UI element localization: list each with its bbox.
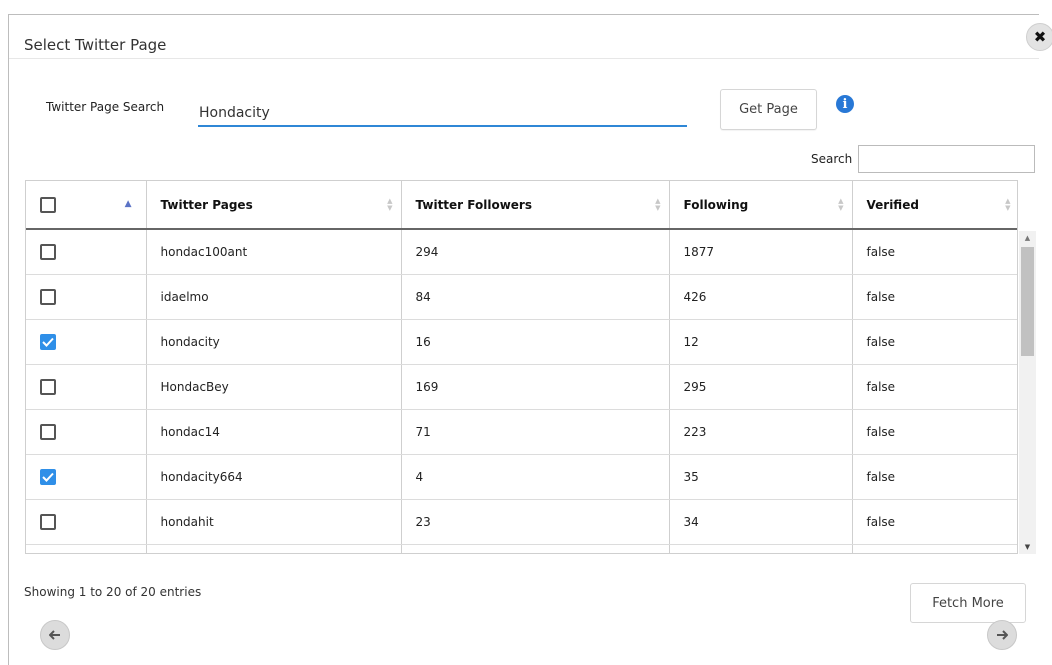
verified-cell: false bbox=[852, 454, 1017, 500]
verified-cell: false bbox=[852, 229, 1017, 275]
verified-cell: false bbox=[852, 274, 1017, 320]
row-select-cell bbox=[26, 409, 147, 455]
followers-cell: 294 bbox=[401, 229, 670, 275]
table-row[interactable]: hondahit 23 34 false bbox=[26, 499, 1017, 545]
following-cell: 34 bbox=[669, 499, 853, 545]
followers-cell: 23 bbox=[401, 499, 670, 545]
twitter-page-cell: hondacity9330 bbox=[146, 544, 402, 553]
followers-cell: 169 bbox=[401, 364, 670, 410]
select-twitter-page-modal: Select Twitter Page Twitter Page Search … bbox=[8, 14, 1039, 665]
row-select-cell bbox=[26, 454, 147, 500]
row-select-cell bbox=[26, 274, 147, 320]
column-header-verified[interactable]: Verified ▲ ▼ bbox=[852, 181, 1017, 230]
verified-cell: false bbox=[852, 319, 1017, 365]
table-row[interactable]: hondac14 71 223 false bbox=[26, 409, 1017, 455]
table-row[interactable]: hondacity933050false bbox=[26, 544, 1017, 553]
following-cell: 426 bbox=[669, 274, 853, 320]
verified-cell: false bbox=[852, 409, 1017, 455]
select-all-column-header[interactable]: ▲ bbox=[26, 181, 147, 230]
verified-cell: false bbox=[852, 364, 1017, 410]
following-cell: 0 bbox=[669, 544, 853, 553]
close-icon[interactable]: ✖ bbox=[1026, 23, 1052, 51]
row-select-cell bbox=[26, 319, 147, 365]
table-header-row: ▲ Twitter Pages ▲ ▼ Twitter Followers ▲ ▼ … bbox=[26, 181, 1017, 230]
table-row[interactable]: idaelmo 84 426 false bbox=[26, 274, 1017, 320]
checkmark-icon bbox=[42, 472, 54, 482]
row-checkbox[interactable] bbox=[40, 288, 56, 305]
twitter-page-cell: idaelmo bbox=[146, 274, 402, 320]
followers-cell: 4 bbox=[401, 454, 670, 500]
arrow-left-icon[interactable] bbox=[40, 620, 70, 650]
get-page-button[interactable]: Get Page bbox=[720, 89, 817, 130]
followers-cell: 84 bbox=[401, 274, 670, 320]
table-search-label: Search bbox=[811, 152, 853, 166]
twitter-page-cell: HondacBey bbox=[146, 364, 402, 410]
column-header-twitter-followers[interactable]: Twitter Followers ▲ ▼ bbox=[401, 181, 670, 230]
table-row[interactable]: hondacity664 4 35 false bbox=[26, 454, 1017, 500]
table-search-input[interactable] bbox=[858, 145, 1035, 173]
select-all-checkbox[interactable] bbox=[40, 196, 56, 213]
row-select-cell bbox=[26, 364, 147, 410]
table-scrollbar[interactable]: ▲ ▼ bbox=[1019, 231, 1036, 554]
row-checkbox[interactable] bbox=[40, 513, 56, 530]
sort-ascending-icon: ▲ bbox=[124, 199, 132, 209]
modal-title: Select Twitter Page bbox=[24, 36, 167, 54]
table-row[interactable]: HondacBey 169 295 false bbox=[26, 364, 1017, 410]
row-select-cell bbox=[26, 229, 147, 275]
following-cell: 1877 bbox=[669, 229, 853, 275]
sort-icon: ▲ ▼ bbox=[655, 197, 661, 212]
following-cell: 223 bbox=[669, 409, 853, 455]
arrow-right-icon[interactable] bbox=[987, 620, 1017, 650]
sort-icon: ▲ ▼ bbox=[1005, 197, 1011, 212]
twitter-page-cell: hondahit bbox=[146, 499, 402, 545]
column-label: Twitter Followers bbox=[415, 197, 532, 212]
row-checkbox[interactable] bbox=[40, 333, 56, 350]
row-checkbox[interactable] bbox=[40, 468, 56, 485]
checkmark-icon bbox=[42, 337, 54, 347]
row-checkbox[interactable] bbox=[40, 423, 56, 440]
scroll-up-arrow-icon[interactable]: ▲ bbox=[1019, 231, 1036, 245]
table-row[interactable]: hondacity 16 12 false bbox=[26, 319, 1017, 365]
row-select-cell bbox=[26, 499, 147, 545]
column-label: Twitter Pages bbox=[160, 197, 253, 212]
entries-info: Showing 1 to 20 of 20 entries bbox=[24, 585, 202, 599]
verified-cell: false bbox=[852, 544, 1017, 553]
following-cell: 295 bbox=[669, 364, 853, 410]
following-cell: 12 bbox=[669, 319, 853, 365]
row-checkbox[interactable] bbox=[40, 378, 56, 395]
column-header-following[interactable]: Following ▲ ▼ bbox=[669, 181, 853, 230]
twitter-page-search-label: Twitter Page Search bbox=[46, 100, 165, 114]
twitter-page-cell: hondacity664 bbox=[146, 454, 402, 500]
following-cell: 35 bbox=[669, 454, 853, 500]
twitter-page-cell: hondacity bbox=[146, 319, 402, 365]
followers-cell: 71 bbox=[401, 409, 670, 455]
twitter-page-search-input[interactable] bbox=[198, 101, 687, 127]
followers-cell: 16 bbox=[401, 319, 670, 365]
fetch-more-button[interactable]: Fetch More bbox=[910, 583, 1026, 623]
column-label: Verified bbox=[866, 197, 919, 212]
twitter-page-cell: hondac100ant bbox=[146, 229, 402, 275]
row-checkbox[interactable] bbox=[40, 243, 56, 260]
title-divider bbox=[9, 58, 1039, 59]
info-icon[interactable]: i bbox=[836, 95, 854, 113]
scrollbar-thumb[interactable] bbox=[1021, 247, 1034, 356]
verified-cell: false bbox=[852, 499, 1017, 545]
row-select-cell bbox=[26, 544, 147, 553]
sort-icon: ▲ ▼ bbox=[387, 197, 393, 212]
column-label: Following bbox=[683, 197, 749, 212]
twitter-page-cell: hondac14 bbox=[146, 409, 402, 455]
scroll-down-arrow-icon[interactable]: ▼ bbox=[1019, 540, 1036, 554]
sort-icon: ▲ ▼ bbox=[838, 197, 844, 212]
table-row[interactable]: hondac100ant 294 1877 false bbox=[26, 229, 1017, 275]
followers-cell: 5 bbox=[401, 544, 670, 553]
twitter-pages-table: ▲ Twitter Pages ▲ ▼ Twitter Followers ▲ ▼ … bbox=[25, 180, 1018, 554]
column-header-twitter-pages[interactable]: Twitter Pages ▲ ▼ bbox=[146, 181, 402, 230]
